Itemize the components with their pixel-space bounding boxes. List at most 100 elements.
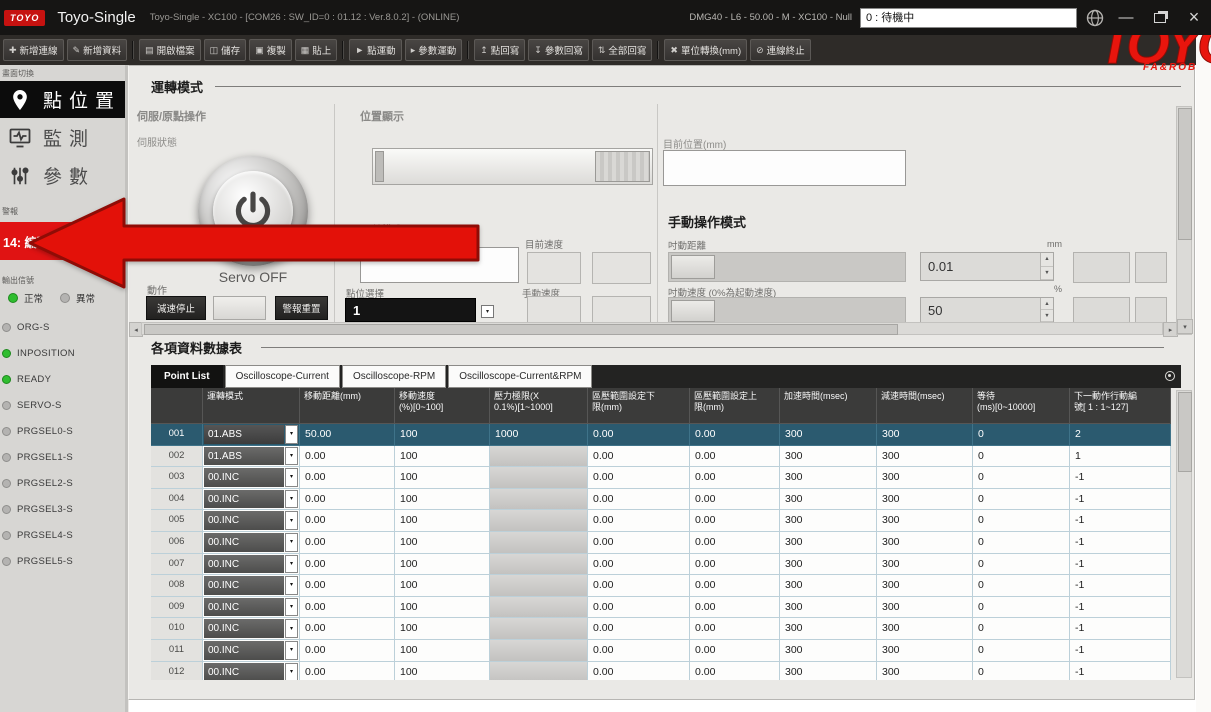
cell[interactable]: 300 xyxy=(780,618,877,640)
cell[interactable]: 300 xyxy=(780,446,877,468)
current-position-value[interactable] xyxy=(663,150,906,186)
cell[interactable]: 0.00 xyxy=(588,446,690,468)
mode-dropdown-button[interactable]: ▾ xyxy=(285,490,298,509)
row-number[interactable]: 007 xyxy=(151,554,203,576)
mode-dropdown-button[interactable]: ▾ xyxy=(285,598,298,617)
row-number[interactable]: 002 xyxy=(151,446,203,468)
toolbar-copy-button[interactable]: ▣複製 xyxy=(249,39,292,61)
cell[interactable]: 0 xyxy=(973,618,1070,640)
cell[interactable] xyxy=(490,640,588,662)
toolbar-all-writeback-button[interactable]: ⇅全部回寫 xyxy=(592,39,653,61)
spin-down-icon[interactable]: ▼ xyxy=(1041,267,1053,281)
cell[interactable] xyxy=(490,489,588,511)
cell[interactable]: 0.00 xyxy=(588,554,690,576)
cell[interactable]: 0.00 xyxy=(690,532,780,554)
cell[interactable]: -1 xyxy=(1070,575,1171,597)
cell[interactable]: 0.00 xyxy=(690,510,780,532)
cell[interactable]: 300 xyxy=(780,640,877,662)
cell[interactable]: 0.00 xyxy=(588,575,690,597)
toolbar-param-writeback-button[interactable]: ↧參數回寫 xyxy=(528,39,589,61)
cell[interactable]: 300 xyxy=(877,662,973,680)
cell[interactable]: 300 xyxy=(780,467,877,489)
cell[interactable]: -1 xyxy=(1070,662,1171,680)
mode-cell[interactable]: 00.INC▾ xyxy=(203,575,300,597)
cell[interactable]: 0 xyxy=(973,489,1070,511)
row-number[interactable]: 009 xyxy=(151,597,203,619)
tab-oscilloscope-current-rpm[interactable]: Oscilloscope-Current&RPM xyxy=(448,365,592,388)
table-vscroll-thumb[interactable] xyxy=(1178,392,1192,472)
nav-point-position[interactable]: 點位置 xyxy=(0,81,125,118)
cell[interactable]: 100 xyxy=(395,446,490,468)
cell[interactable]: 0 xyxy=(973,640,1070,662)
vscroll-down-button[interactable]: ▾ xyxy=(1177,319,1193,334)
cell[interactable]: 0.00 xyxy=(300,532,395,554)
toolbar-paste-button[interactable]: ▦貼上 xyxy=(295,39,338,61)
mode-cell[interactable]: 00.INC▾ xyxy=(203,640,300,662)
nav-monitor[interactable]: 監測 xyxy=(0,119,125,156)
cell[interactable]: 0.00 xyxy=(300,597,395,619)
mode-cell[interactable]: 00.INC▾ xyxy=(203,618,300,640)
mode-dropdown-button[interactable]: ▾ xyxy=(285,468,298,487)
horizontal-scrollbar[interactable] xyxy=(141,322,1163,335)
cell[interactable]: 300 xyxy=(877,467,973,489)
cell[interactable]: 0.00 xyxy=(588,662,690,680)
cell[interactable] xyxy=(490,446,588,468)
cell[interactable]: 0 xyxy=(973,662,1070,680)
tab-oscilloscope-current[interactable]: Oscilloscope-Current xyxy=(225,365,340,388)
close-button[interactable]: × xyxy=(1181,7,1207,29)
toolbar-save-button[interactable]: ◫儲存 xyxy=(204,39,247,61)
vertical-scrollbar-table[interactable] xyxy=(1176,390,1192,678)
cell[interactable]: 0.00 xyxy=(588,424,690,446)
row-number[interactable]: 003 xyxy=(151,467,203,489)
cell[interactable]: 0 xyxy=(973,467,1070,489)
row-number[interactable]: 010 xyxy=(151,618,203,640)
mode-cell[interactable]: 00.INC▾ xyxy=(203,597,300,619)
cell[interactable]: 300 xyxy=(780,575,877,597)
mode-cell[interactable]: 00.INC▾ xyxy=(203,532,300,554)
tab-options-icon[interactable] xyxy=(1165,371,1175,381)
jog-distance-slider-thumb[interactable] xyxy=(671,255,715,279)
cell[interactable] xyxy=(490,662,588,680)
minimize-button[interactable]: — xyxy=(1113,7,1139,29)
mode-dropdown-button[interactable]: ▾ xyxy=(285,619,298,638)
toolbar-point-writeback-button[interactable]: ↥點回寫 xyxy=(474,39,525,61)
nav-parameters[interactable]: 參數 xyxy=(0,157,125,194)
row-number[interactable]: 004 xyxy=(151,489,203,511)
vscroll-thumb[interactable] xyxy=(1178,108,1192,240)
toolbar-new-data-button[interactable]: ✎新增資料 xyxy=(67,39,128,61)
cell[interactable]: 0.00 xyxy=(300,662,395,680)
spinner-arrows[interactable]: ▲▼ xyxy=(1040,298,1053,322)
mode-dropdown-button[interactable]: ▾ xyxy=(285,555,298,574)
cell[interactable]: 300 xyxy=(780,489,877,511)
cell[interactable]: 0.00 xyxy=(690,446,780,468)
cell[interactable]: 0 xyxy=(973,597,1070,619)
tab-oscilloscope-rpm[interactable]: Oscilloscope-RPM xyxy=(342,365,446,388)
cell[interactable]: 0 xyxy=(973,575,1070,597)
jog-distance-spinner[interactable]: 0.01 ▲▼ xyxy=(920,252,1054,281)
spin-up-icon[interactable]: ▲ xyxy=(1041,298,1053,310)
mode-dropdown-button[interactable]: ▾ xyxy=(285,576,298,595)
mode-cell[interactable]: 00.INC▾ xyxy=(203,510,300,532)
mode-dropdown-button[interactable]: ▾ xyxy=(285,641,298,660)
cell[interactable]: 0.00 xyxy=(300,640,395,662)
cell[interactable]: 300 xyxy=(780,662,877,680)
cell[interactable]: 300 xyxy=(877,597,973,619)
row-number[interactable]: 005 xyxy=(151,510,203,532)
cell[interactable]: 0.00 xyxy=(588,510,690,532)
cell[interactable]: -1 xyxy=(1070,597,1171,619)
cell[interactable]: -1 xyxy=(1070,467,1171,489)
toolbar-param-run-button[interactable]: ▸參數運動 xyxy=(405,39,463,61)
mode-dropdown-button[interactable]: ▾ xyxy=(285,533,298,552)
row-number[interactable]: 008 xyxy=(151,575,203,597)
tab-point-list[interactable]: Point List xyxy=(151,365,223,388)
cell[interactable]: 300 xyxy=(877,489,973,511)
cell[interactable] xyxy=(490,575,588,597)
mode-dropdown-button[interactable]: ▾ xyxy=(285,425,298,444)
mode-cell[interactable]: 01.ABS▾ xyxy=(203,446,300,468)
cell[interactable] xyxy=(490,467,588,489)
cell[interactable]: 50.00 xyxy=(300,424,395,446)
cell[interactable]: 100 xyxy=(395,489,490,511)
mode-cell[interactable]: 00.INC▾ xyxy=(203,489,300,511)
spin-up-icon[interactable]: ▲ xyxy=(1041,253,1053,267)
cell[interactable] xyxy=(490,532,588,554)
